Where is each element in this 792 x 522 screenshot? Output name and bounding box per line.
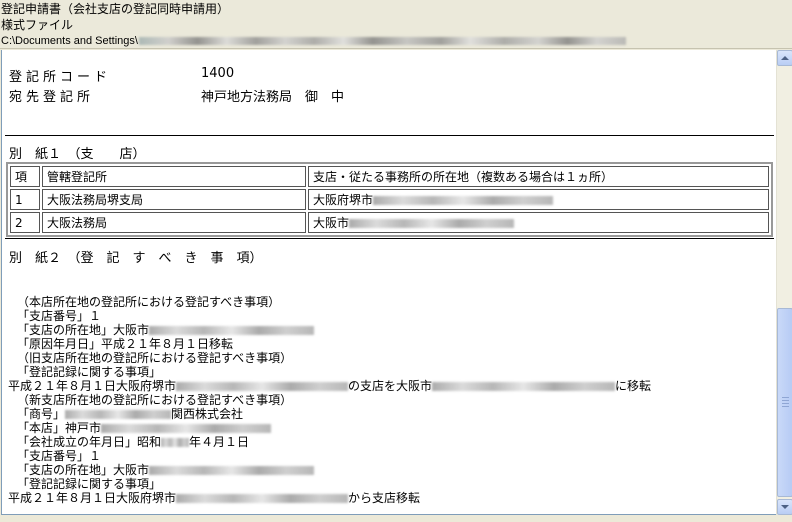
document-view[interactable]: 登記所コード 1400 宛先登記所 神戸地方法務局 御 中 別 紙１ （支 店）…	[1, 50, 776, 515]
body-line: （新支店所在地の登記所における登記すべき事項）	[17, 393, 293, 407]
body-line: 「支店の所在地」大阪市	[2, 323, 776, 337]
redacted-text	[176, 382, 349, 391]
grip-line	[782, 403, 789, 404]
body-line: 「支店番号」１	[17, 309, 102, 323]
scrollbar-thumb[interactable]	[777, 308, 792, 497]
body-line: 「登記記録に関する事項」	[17, 477, 162, 491]
redacted-path	[138, 37, 626, 46]
file-path-prefix: C:\Documents and Settings\	[1, 35, 138, 47]
table-cell-address: 大阪市	[308, 212, 769, 233]
table-cell-office: 大阪法務局	[42, 212, 306, 233]
body-line: （本店所在地の登記所における登記すべき事項）	[17, 295, 281, 309]
grip-line	[782, 397, 789, 398]
table-header-cell: 支店・従たる事務所の所在地（複数ある場合は１ヵ所）	[308, 166, 769, 187]
arrow-down-icon	[781, 505, 789, 509]
redacted-text	[101, 424, 272, 433]
redacted-text	[176, 494, 349, 503]
body-line: 平成２１年８月１日大阪府堺市 の支店を大阪市 に移転	[8, 379, 652, 393]
document-subtitle: 様式ファイル	[1, 18, 74, 32]
table-cell-address: 大阪府堺市	[308, 189, 769, 210]
table-row: 2 大阪法務局 大阪市	[10, 212, 769, 233]
body-line: 「商号」 関西株式会社	[17, 407, 244, 421]
body-line: （旧支店所在地の登記所における登記すべき事項）	[17, 351, 293, 365]
branch-table: 項 管轄登記所 支店・従たる事務所の所在地（複数ある場合は１ヵ所） 1 大阪法務…	[6, 162, 773, 237]
table-row: 1 大阪法務局堺支局 大阪府堺市	[10, 189, 769, 210]
table-cell-no: 2	[10, 212, 40, 233]
grip-line	[782, 406, 789, 407]
body-line: 平成２１年８月１日大阪府堺市 から支店移転	[8, 491, 421, 505]
scroll-down-button[interactable]	[777, 499, 792, 515]
window-bottom-edge	[0, 515, 792, 522]
destination-office-value: 神戸地方法務局 御 中	[201, 90, 345, 105]
arrow-up-icon	[781, 56, 789, 60]
body-line: 「支店の所在地」大阪市	[2, 463, 776, 477]
redacted-text	[149, 466, 315, 475]
body-line: 「登記記録に関する事項」	[17, 365, 162, 379]
redacted-text	[349, 219, 515, 228]
grip-line	[782, 400, 789, 401]
table-header-cell: 項	[10, 166, 40, 187]
destination-office-label: 宛先登記所	[9, 90, 95, 105]
vertical-scrollbar[interactable]	[776, 50, 792, 515]
body-line: 「会社成立の年月日」昭和 年４月１日	[17, 435, 250, 449]
table-cell-no: 1	[10, 189, 40, 210]
annex1-title: 別 紙１ （支 店）	[9, 147, 146, 162]
redacted-text	[65, 410, 172, 419]
table-header-row: 項 管轄登記所 支店・従たる事務所の所在地（複数ある場合は１ヵ所）	[10, 166, 769, 187]
section-divider	[5, 135, 774, 136]
redacted-text	[149, 326, 315, 335]
file-path: C:\Documents and Settings\	[1, 34, 626, 48]
document-title: 登記申請書（会社支店の登記同時申請用）	[1, 2, 230, 16]
body-line: 「支店番号」１	[17, 449, 102, 463]
annex2-title: 別 紙２ （登 記 す べ き 事 項）	[9, 251, 263, 266]
scroll-up-button[interactable]	[777, 50, 792, 66]
body-line: 「本店」神戸市	[2, 421, 776, 435]
office-code-label: 登記所コード	[9, 70, 112, 85]
redacted-text	[373, 196, 554, 205]
section-divider	[5, 238, 774, 239]
table-cell-office: 大阪法務局堺支局	[42, 189, 306, 210]
annex2-body: （本店所在地の登記所における登記すべき事項） 「支店番号」１ 「支店の所在地」大…	[2, 295, 776, 505]
document-header: 登記申請書（会社支店の登記同時申請用） 様式ファイル C:\Documents …	[0, 0, 792, 49]
redacted-text	[161, 438, 190, 447]
redacted-text	[432, 382, 616, 391]
body-line: 「原因年月日」平成２１年８月１日移転	[17, 337, 234, 351]
office-code-value: 1400	[201, 66, 235, 81]
table-header-cell: 管轄登記所	[42, 166, 306, 187]
